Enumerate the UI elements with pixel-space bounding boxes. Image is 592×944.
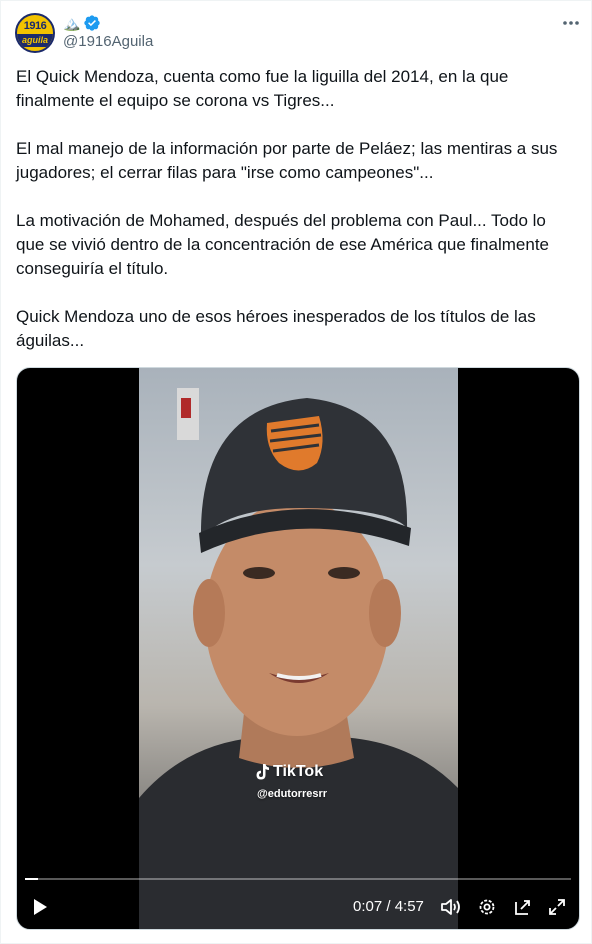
display-name-emoji: 🏔️ [63, 15, 81, 31]
display-name-row[interactable]: 🏔️ [63, 14, 101, 32]
tweet-paragraph-2: El mal manejo de la información por part… [16, 139, 563, 182]
tiktok-watermark: TikTok [254, 763, 323, 781]
video-frame[interactable] [139, 368, 458, 929]
video-time: 0:07 / 4:57 [353, 898, 424, 915]
play-icon [34, 899, 47, 915]
video-still-person-icon [139, 388, 458, 929]
volume-button[interactable] [437, 892, 465, 922]
video-player[interactable]: TikTok @edutorresrr 0:07 / 4:57 [16, 367, 580, 930]
tweet-paragraph-1: El Quick Mendoza, cuenta como fue la lig… [16, 67, 514, 110]
tweet-paragraph-3: La motivación de Mohamed, después del pr… [16, 211, 554, 278]
popout-button[interactable] [509, 892, 537, 922]
settings-button[interactable] [473, 892, 501, 922]
volume-icon [441, 899, 460, 915]
fullscreen-icon [549, 899, 565, 915]
tiktok-brand: TikTok [273, 763, 324, 780]
tweet-card: 1916 aguila 🏔️ @1916Aguila El Quick Mend… [0, 0, 592, 944]
settings-gear-icon [479, 899, 495, 915]
more-horizontal-icon [563, 21, 579, 25]
verified-badge-icon [84, 15, 101, 31]
play-button[interactable] [25, 892, 55, 922]
fullscreen-button[interactable] [543, 892, 571, 922]
tweet-paragraph-4: Quick Mendoza uno de esos héroes inesper… [16, 307, 541, 350]
author-handle[interactable]: @1916Aguila [63, 33, 153, 50]
video-progress-track[interactable] [25, 878, 571, 880]
avatar-logo-number: 1916 [23, 20, 47, 32]
video-progress-fill [25, 878, 39, 880]
more-options-button[interactable] [559, 13, 583, 33]
popout-icon [515, 900, 530, 915]
tweet-text: El Quick Mendoza, cuenta como fue la lig… [16, 65, 576, 377]
avatar[interactable]: 1916 aguila [15, 13, 55, 53]
tiktok-username: @edutorresrr [257, 788, 328, 800]
avatar-logo-word: aguila [17, 34, 53, 47]
tiktok-logo-icon [256, 764, 269, 780]
video-controls: 0:07 / 4:57 [17, 892, 579, 922]
